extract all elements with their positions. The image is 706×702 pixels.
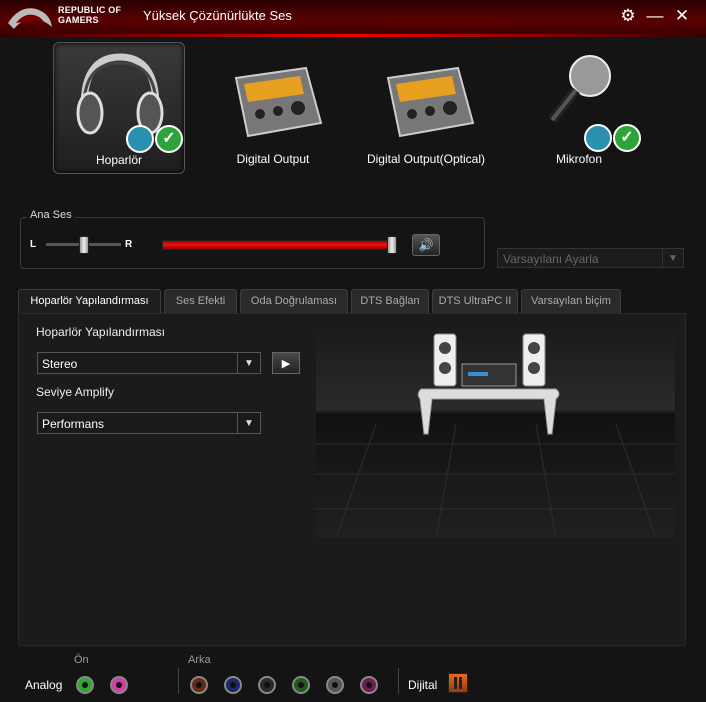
- gear-icon[interactable]: ⚙: [618, 6, 638, 26]
- device-digital-output[interactable]: Digital Output: [208, 42, 338, 172]
- window-title: Yüksek Çözünürlükte Ses: [143, 8, 292, 23]
- chevron-down-icon: ▼: [237, 353, 260, 373]
- set-default-label: Varsayılanı Ayarla: [503, 252, 599, 266]
- amplify-value: Performans: [42, 417, 105, 431]
- front-jacks-label: Ön: [74, 654, 89, 666]
- device-digital-output-optical[interactable]: Digital Output(Optical): [360, 42, 492, 172]
- app-window: REPUBLIC OF GAMERS Yüksek Çözünürlükte S…: [0, 0, 706, 702]
- device-speakers[interactable]: ✓ Hoparlör: [53, 42, 185, 174]
- chat-badge-icon: [584, 124, 612, 152]
- speaker-room-preview[interactable]: [316, 324, 675, 538]
- brand-line1: REPUBLIC OF: [58, 5, 122, 15]
- close-button[interactable]: ✕: [672, 6, 692, 26]
- jack-separator: [398, 668, 399, 694]
- play-icon: ▶: [281, 358, 291, 370]
- set-default-dropdown[interactable]: Varsayılanı Ayarla ▼: [497, 248, 684, 268]
- device-microphone[interactable]: ✓ Mikrofon: [514, 42, 644, 172]
- rog-logo-icon: [8, 8, 52, 29]
- speaker-icon: 🔊: [418, 238, 434, 252]
- amplify-label: Seviye Amplify: [36, 385, 115, 399]
- tab-default-format[interactable]: Varsayılan biçim: [521, 289, 621, 313]
- chevron-down-icon: ▼: [662, 249, 683, 267]
- balance-slider-thumb[interactable]: [78, 236, 89, 254]
- digital-jack-icon[interactable]: [448, 673, 468, 693]
- speaker-config-value: Stereo: [42, 357, 78, 371]
- volume-slider[interactable]: [162, 236, 397, 254]
- rear-jacks-label: Arka: [188, 654, 211, 666]
- headphones-icon: [76, 53, 164, 135]
- amplify-select[interactable]: Performans ▼: [37, 412, 261, 434]
- digital-output-device-icon: [234, 66, 323, 138]
- device-bar: ✓ Hoparlör Digital Output Digital Output…: [0, 38, 706, 178]
- device-label: Mikrofon: [555, 152, 602, 166]
- minimize-button[interactable]: —: [645, 6, 665, 26]
- speaker-stand-illustration: [316, 333, 675, 538]
- tab-sound-effect[interactable]: Ses Efekti: [164, 289, 237, 313]
- volume-slider-thumb[interactable]: [387, 236, 397, 254]
- check-badge-icon: ✓: [613, 124, 641, 152]
- jack-separator: [178, 668, 179, 694]
- rear-jack[interactable]: [224, 676, 242, 694]
- device-label: Digital Output: [236, 152, 310, 166]
- microphone-icon: [548, 55, 611, 124]
- balance-slider[interactable]: [46, 236, 121, 254]
- title-divider: [0, 34, 706, 37]
- tab-room-correction[interactable]: Oda Doğrulaması: [240, 289, 348, 313]
- rear-jack[interactable]: [326, 676, 344, 694]
- rear-jack[interactable]: [190, 676, 208, 694]
- tab-dts-ultrapc[interactable]: DTS UltraPC II: [432, 289, 518, 313]
- check-badge-icon: ✓: [155, 125, 183, 153]
- speaker-config-label: Hoparlör Yapılandırması: [36, 325, 165, 339]
- brand-text: REPUBLIC OF GAMERS: [58, 5, 121, 25]
- device-label: Digital Output(Optical): [366, 152, 486, 166]
- front-jack[interactable]: [110, 676, 128, 694]
- balance-left-label: L: [30, 239, 37, 250]
- chat-badge-icon: [126, 125, 154, 153]
- tab-dts-connect[interactable]: DTS Bağlan: [351, 289, 429, 313]
- title-bar[interactable]: REPUBLIC OF GAMERS Yüksek Çözünürlükte S…: [0, 0, 706, 34]
- digital-label: Dijital: [408, 678, 438, 692]
- mute-button[interactable]: 🔊: [412, 234, 440, 256]
- brand-line2: GAMERS: [58, 15, 99, 25]
- volume-slider-fill: [163, 241, 395, 249]
- device-label: Hoparlör: [95, 153, 143, 167]
- rear-jack[interactable]: [292, 676, 310, 694]
- tab-speaker-config[interactable]: Hoparlör Yapılandırması: [18, 289, 161, 315]
- master-volume-label: Ana Ses: [27, 209, 75, 221]
- jack-panel: Ön Arka Analog Dijital: [0, 650, 706, 702]
- digital-output-optical-device-icon: [386, 66, 475, 138]
- test-play-button[interactable]: ▶: [272, 352, 300, 374]
- speaker-config-select[interactable]: Stereo ▼: [37, 352, 261, 374]
- analog-label: Analog: [25, 678, 63, 692]
- front-jack[interactable]: [76, 676, 94, 694]
- rear-jack[interactable]: [360, 676, 378, 694]
- chevron-down-icon: ▼: [237, 413, 260, 433]
- balance-right-label: R: [125, 239, 133, 250]
- rear-jack[interactable]: [258, 676, 276, 694]
